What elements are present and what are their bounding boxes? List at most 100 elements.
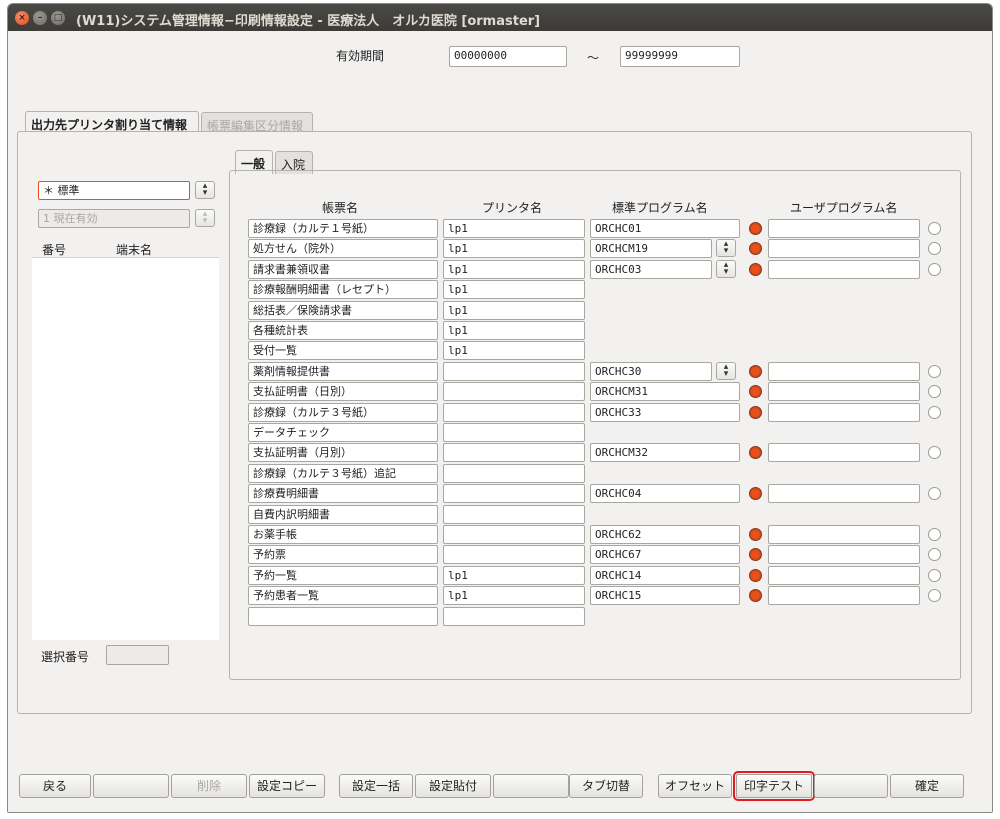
printer-name-field[interactable] xyxy=(443,545,585,564)
user-program-field[interactable] xyxy=(768,586,920,605)
standard-combo-spinner[interactable]: ▴ ▾ xyxy=(195,181,215,199)
standard-program-radio[interactable] xyxy=(749,446,762,459)
standard-program-field[interactable]: ORCHC01 xyxy=(590,219,740,238)
printer-name-field[interactable]: lp1 xyxy=(443,301,585,320)
empty-button-1[interactable] xyxy=(93,774,169,798)
terminal-list[interactable]: 番号 端末名 xyxy=(32,238,219,640)
form-name-field[interactable]: 支払証明書（月別） xyxy=(248,443,438,462)
form-name-field[interactable]: 処方せん（院外） xyxy=(248,239,438,258)
minimize-window-icon[interactable]: – xyxy=(33,11,47,25)
printer-name-field[interactable] xyxy=(443,607,585,626)
user-program-field[interactable] xyxy=(768,239,920,258)
form-name-field[interactable]: 予約一覧 xyxy=(248,566,438,585)
standard-program-radio[interactable] xyxy=(749,406,762,419)
switch-tab-button[interactable]: タブ切替 xyxy=(569,774,643,798)
user-program-field[interactable] xyxy=(768,403,920,422)
form-name-field[interactable]: 診療録（カルテ１号紙） xyxy=(248,219,438,238)
validity-to-field[interactable]: 99999999 xyxy=(620,46,740,67)
user-program-field[interactable] xyxy=(768,484,920,503)
standard-program-field[interactable]: ORCHC62 xyxy=(590,525,740,544)
standard-program-field[interactable]: ORCHC15 xyxy=(590,586,740,605)
user-program-radio[interactable] xyxy=(928,222,941,235)
print-test-button[interactable]: 印字テスト xyxy=(733,771,815,801)
standard-program-radio[interactable] xyxy=(749,589,762,602)
user-program-radio[interactable] xyxy=(928,548,941,561)
standard-program-field[interactable]: ORCHC14 xyxy=(590,566,740,585)
user-program-radio[interactable] xyxy=(928,528,941,541)
form-name-field[interactable]: 請求書兼領収書 xyxy=(248,260,438,279)
standard-program-radio[interactable] xyxy=(749,242,762,255)
printer-name-field[interactable] xyxy=(443,505,585,524)
standard-program-spinner[interactable]: ▴ ▾ xyxy=(716,260,736,278)
user-program-field[interactable] xyxy=(768,382,920,401)
printer-name-field[interactable] xyxy=(443,382,585,401)
standard-program-field[interactable]: ORCHCM32 xyxy=(590,443,740,462)
user-program-field[interactable] xyxy=(768,219,920,238)
printer-name-field[interactable]: lp1 xyxy=(443,566,585,585)
user-program-field[interactable] xyxy=(768,260,920,279)
form-name-field[interactable]: 診療録（カルテ３号紙）追記 xyxy=(248,464,438,483)
offset-button[interactable]: オフセット xyxy=(658,774,732,798)
empty-button-3[interactable] xyxy=(814,774,888,798)
form-name-field[interactable]: 予約票 xyxy=(248,545,438,564)
form-name-field[interactable]: 自費内訳明細書 xyxy=(248,505,438,524)
standard-program-radio[interactable] xyxy=(749,548,762,561)
form-name-field[interactable]: 診療録（カルテ３号紙） xyxy=(248,403,438,422)
user-program-radio[interactable] xyxy=(928,263,941,276)
form-name-field[interactable]: 総括表／保険請求書 xyxy=(248,301,438,320)
user-program-radio[interactable] xyxy=(928,589,941,602)
user-program-radio[interactable] xyxy=(928,406,941,419)
user-program-field[interactable] xyxy=(768,443,920,462)
user-program-radio[interactable] xyxy=(928,242,941,255)
form-name-field[interactable]: データチェック xyxy=(248,423,438,442)
printer-name-field[interactable] xyxy=(443,403,585,422)
printer-name-field[interactable]: lp1 xyxy=(443,280,585,299)
form-name-field[interactable]: 診療費明細書 xyxy=(248,484,438,503)
back-button[interactable]: 戻る xyxy=(19,774,91,798)
copy-settings-button[interactable]: 設定コピー xyxy=(249,774,325,798)
printer-name-field[interactable] xyxy=(443,423,585,442)
user-program-radio[interactable] xyxy=(928,569,941,582)
printer-name-field[interactable]: lp1 xyxy=(443,586,585,605)
standard-program-radio[interactable] xyxy=(749,528,762,541)
maximize-window-icon[interactable]: □ xyxy=(51,11,65,25)
user-program-radio[interactable] xyxy=(928,487,941,500)
printer-name-field[interactable] xyxy=(443,464,585,483)
standard-program-field[interactable]: ORCHC30 xyxy=(590,362,712,381)
user-program-field[interactable] xyxy=(768,545,920,564)
standard-program-radio[interactable] xyxy=(749,569,762,582)
paste-settings-button[interactable]: 設定貼付 xyxy=(415,774,491,798)
form-name-field[interactable] xyxy=(248,607,438,626)
standard-program-field[interactable]: ORCHC67 xyxy=(590,545,740,564)
form-name-field[interactable]: 診療報酬明細書（レセプト） xyxy=(248,280,438,299)
empty-button-2[interactable] xyxy=(493,774,569,798)
standard-program-field[interactable]: ORCHCM19 xyxy=(590,239,712,258)
printer-name-field[interactable]: lp1 xyxy=(443,321,585,340)
form-name-field[interactable]: お薬手帳 xyxy=(248,525,438,544)
printer-name-field[interactable] xyxy=(443,443,585,462)
user-program-field[interactable] xyxy=(768,362,920,381)
user-program-field[interactable] xyxy=(768,525,920,544)
standard-program-field[interactable]: ORCHCM31 xyxy=(590,382,740,401)
form-name-field[interactable]: 支払証明書（日別） xyxy=(248,382,438,401)
form-name-field[interactable]: 受付一覧 xyxy=(248,341,438,360)
printer-name-field[interactable] xyxy=(443,362,585,381)
standard-program-spinner[interactable]: ▴ ▾ xyxy=(716,239,736,257)
user-program-radio[interactable] xyxy=(928,385,941,398)
standard-combo-input[interactable]: ＊ 標準 xyxy=(38,181,190,200)
printer-name-field[interactable] xyxy=(443,525,585,544)
standard-program-radio[interactable] xyxy=(749,365,762,378)
user-program-field[interactable] xyxy=(768,566,920,585)
standard-program-radio[interactable] xyxy=(749,222,762,235)
validity-from-field[interactable]: 00000000 xyxy=(449,46,567,67)
printer-name-field[interactable]: lp1 xyxy=(443,260,585,279)
form-name-field[interactable]: 各種統計表 xyxy=(248,321,438,340)
printer-name-field[interactable]: lp1 xyxy=(443,341,585,360)
user-program-radio[interactable] xyxy=(928,446,941,459)
standard-program-field[interactable]: ORCHC33 xyxy=(590,403,740,422)
form-name-field[interactable]: 予約患者一覧 xyxy=(248,586,438,605)
standard-program-spinner[interactable]: ▴ ▾ xyxy=(716,362,736,380)
standard-program-radio[interactable] xyxy=(749,263,762,276)
printer-name-field[interactable]: lp1 xyxy=(443,239,585,258)
standard-program-radio[interactable] xyxy=(749,487,762,500)
